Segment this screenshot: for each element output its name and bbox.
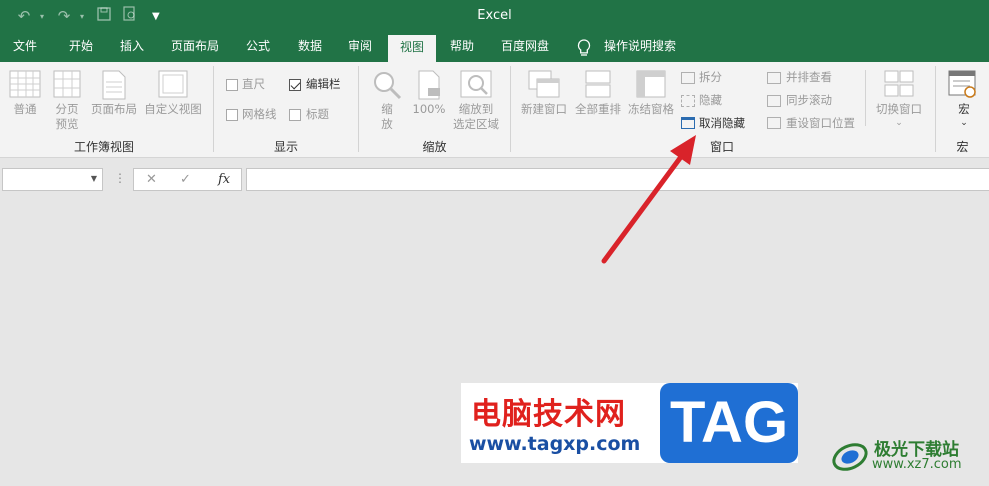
group-label-zoom: 缩放 bbox=[422, 140, 447, 154]
gridlines-label: 网格线 bbox=[242, 107, 277, 121]
formula-bar-checkbox[interactable] bbox=[289, 79, 301, 91]
formula-bar-label: 编辑栏 bbox=[306, 77, 341, 91]
ruler-label: 直尺 bbox=[242, 77, 265, 91]
formula-bar-area: ▼ ⋮ ✕ ✓ fx bbox=[0, 158, 989, 198]
switch-windows-button[interactable]: 切换窗口 bbox=[873, 102, 925, 117]
switch-windows-dropdown-icon[interactable]: ⌄ bbox=[893, 116, 905, 131]
tab-baidu-netdisk[interactable]: 百度网盘 bbox=[492, 33, 558, 62]
tab-data[interactable]: 数据 bbox=[288, 33, 332, 62]
gridlines-checkbox[interactable] bbox=[226, 109, 238, 121]
headings-label: 标题 bbox=[306, 107, 329, 121]
normal-view-button[interactable]: 普通 bbox=[7, 102, 43, 117]
headings-checkbox[interactable] bbox=[289, 109, 301, 121]
lightbulb-icon bbox=[577, 39, 591, 56]
tab-insert[interactable]: 插入 bbox=[110, 33, 154, 62]
zoom-button-line1[interactable]: 缩 bbox=[374, 102, 400, 117]
split-button[interactable]: 拆分 bbox=[699, 70, 722, 85]
split-icon bbox=[681, 72, 695, 84]
arrange-all-button[interactable]: 全部重排 bbox=[573, 102, 623, 117]
watermark-xz7: 极光下载站 www.xz7.com bbox=[830, 433, 985, 481]
custom-views-button[interactable]: 自定义视图 bbox=[142, 102, 204, 117]
annotation-arrow bbox=[601, 135, 696, 264]
app-title: Excel bbox=[477, 8, 512, 23]
hide-icon bbox=[681, 95, 695, 107]
insert-function-icon[interactable]: fx bbox=[218, 172, 230, 187]
tab-page-layout[interactable]: 页面布局 bbox=[164, 33, 226, 62]
reset-window-position-icon bbox=[767, 117, 781, 129]
zoom-to-selection-line1[interactable]: 缩放到 bbox=[450, 102, 502, 117]
page-break-preview-icon bbox=[53, 70, 81, 98]
inner-divider bbox=[865, 70, 866, 126]
zoom-icon bbox=[374, 72, 402, 100]
view-side-by-side-button[interactable]: 并排查看 bbox=[786, 70, 832, 85]
ruler-checkbox[interactable] bbox=[226, 79, 238, 91]
tab-home[interactable]: 开始 bbox=[58, 33, 104, 62]
enter-icon[interactable]: ✓ bbox=[180, 172, 191, 187]
macros-dropdown-icon[interactable]: ⌄ bbox=[958, 116, 970, 131]
page-break-preview-line1[interactable]: 分页 bbox=[50, 102, 84, 117]
tab-help[interactable]: 帮助 bbox=[440, 33, 484, 62]
group-label-window: 窗口 bbox=[709, 140, 734, 154]
aurora-logo-icon bbox=[832, 443, 868, 471]
name-box-dropdown-icon[interactable]: ▼ bbox=[91, 174, 97, 183]
formula-bar-resize-handle[interactable]: ⋮ bbox=[114, 171, 126, 185]
page-layout-button[interactable]: 页面布局 bbox=[89, 102, 139, 117]
page-break-preview-line2[interactable]: 预览 bbox=[50, 117, 84, 132]
name-box[interactable]: ▼ bbox=[2, 168, 103, 191]
page-layout-icon bbox=[102, 70, 126, 100]
formula-buttons: ✕ ✓ fx bbox=[133, 168, 242, 191]
cancel-icon[interactable]: ✕ bbox=[146, 172, 157, 187]
zoom-100-icon bbox=[418, 70, 440, 100]
zoom-to-selection-icon bbox=[460, 70, 492, 98]
watermark-site-url: www.tagxp.com bbox=[469, 433, 641, 455]
hide-button[interactable]: 隐藏 bbox=[699, 93, 722, 108]
view-side-by-side-icon bbox=[767, 72, 781, 84]
zoom-to-selection-line2[interactable]: 选定区域 bbox=[450, 117, 502, 132]
new-window-icon bbox=[528, 70, 560, 98]
sync-scrolling-icon bbox=[767, 95, 781, 107]
freeze-panes-icon bbox=[636, 70, 666, 98]
watermark2-site-url: www.xz7.com bbox=[872, 457, 962, 472]
sync-scrolling-button[interactable]: 同步滚动 bbox=[786, 93, 832, 108]
arrange-all-icon bbox=[585, 70, 611, 98]
group-label-macros: 宏 bbox=[956, 140, 969, 154]
ribbon-tab-bar: 文件 开始 插入 页面布局 公式 数据 审阅 视图 帮助 百度网盘 操作说明搜索 bbox=[0, 33, 989, 62]
title-bar: ↶ ▾ ↷ ▾ ▼ Excel bbox=[0, 0, 989, 33]
ribbon-view: 普通 分页 预览 页面布局 自定义视图 工作簿视图 直尺 编辑栏 网格线 标题 … bbox=[0, 62, 989, 158]
watermark-tagxp: 电脑技术网 www.tagxp.com TAG bbox=[461, 383, 798, 463]
macros-icon bbox=[948, 70, 976, 98]
custom-views-icon bbox=[158, 70, 188, 98]
tell-me-search[interactable]: 操作说明搜索 bbox=[598, 33, 682, 62]
macros-button[interactable]: 宏 bbox=[952, 102, 976, 117]
group-label-show: 显示 bbox=[273, 140, 298, 154]
watermark-site-name: 电脑技术网 bbox=[471, 397, 626, 432]
tab-formulas[interactable]: 公式 bbox=[236, 33, 280, 62]
switch-windows-icon bbox=[884, 70, 914, 97]
zoom-button-line2[interactable]: 放 bbox=[374, 117, 400, 132]
tab-view[interactable]: 视图 bbox=[388, 35, 436, 62]
freeze-panes-button[interactable]: 冻结窗格 bbox=[626, 102, 676, 117]
zoom-100-button[interactable]: 100% bbox=[411, 102, 447, 117]
watermark-tag-logo: TAG bbox=[660, 383, 798, 463]
tab-file[interactable]: 文件 bbox=[4, 33, 46, 62]
new-window-button[interactable]: 新建窗口 bbox=[518, 102, 570, 117]
tab-review[interactable]: 审阅 bbox=[338, 33, 382, 62]
group-label-workbook-views: 工作簿视图 bbox=[73, 140, 134, 154]
reset-window-position-button[interactable]: 重设窗口位置 bbox=[786, 116, 855, 131]
normal-view-icon bbox=[9, 70, 41, 98]
